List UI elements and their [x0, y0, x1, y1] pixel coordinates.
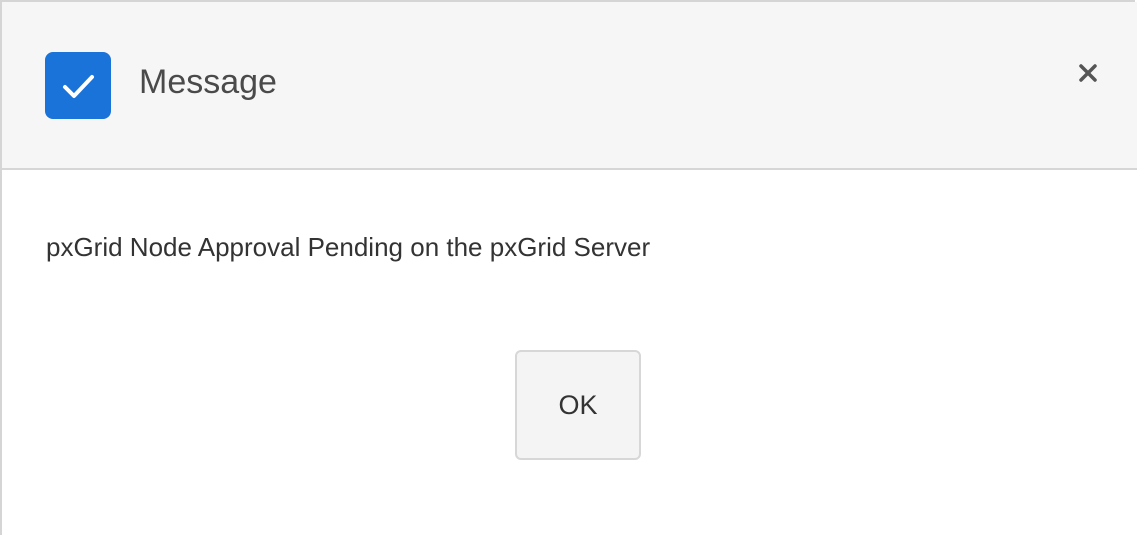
message-text: pxGrid Node Approval Pending on the pxGr…	[46, 232, 651, 262]
dialog-header: Message	[2, 2, 1137, 170]
ok-button[interactable]: OK	[515, 350, 641, 460]
dialog-body: pxGrid Node Approval Pending on the pxGr…	[2, 170, 1137, 539]
checkbox-checked-icon	[45, 52, 111, 119]
message-dialog: Message pxGrid Node Approval Pending on …	[0, 0, 1137, 535]
close-icon	[1078, 63, 1098, 86]
close-button[interactable]	[1068, 54, 1108, 94]
dialog-title: Message	[139, 63, 277, 101]
